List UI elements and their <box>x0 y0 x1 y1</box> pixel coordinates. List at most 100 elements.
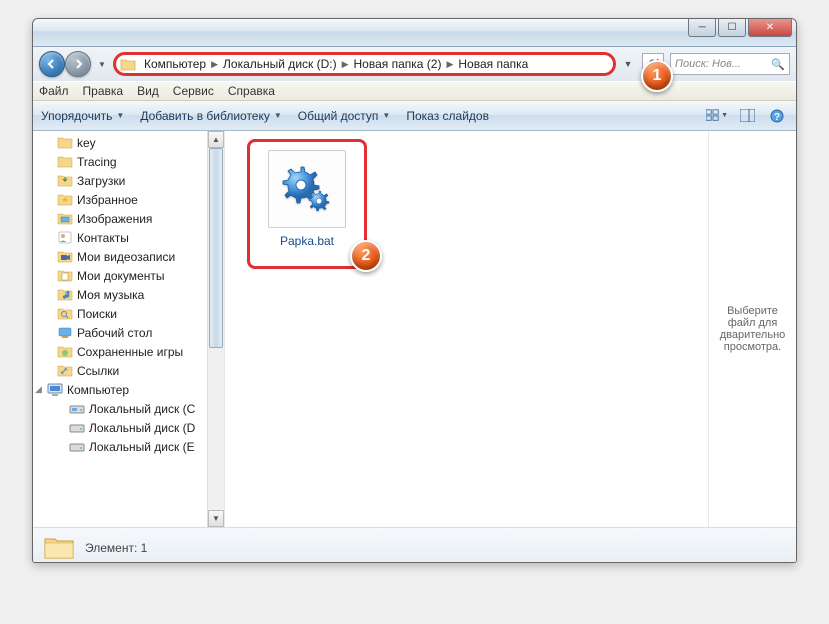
arrow-right-icon <box>72 58 84 70</box>
address-dropdown[interactable]: ▼ <box>620 59 636 69</box>
menu-edit[interactable]: Правка <box>83 84 124 98</box>
back-button[interactable] <box>39 51 65 77</box>
tree-item-computer[interactable]: ◢ Компьютер <box>33 380 224 399</box>
tree-label: Изображения <box>77 212 152 226</box>
chevron-down-icon: ▼ <box>382 111 390 120</box>
tree-item[interactable]: Tracing <box>33 152 224 171</box>
tree-label: Контакты <box>77 231 129 245</box>
address-bar[interactable]: Компьютер ▶ Локальный диск (D:) ▶ Новая … <box>113 52 616 76</box>
tree-label: Мои видеозаписи <box>77 250 175 264</box>
body-area: key Tracing Загрузки Избранное Изображен… <box>33 131 796 527</box>
breadcrumb-segment[interactable]: Новая папка (2) <box>349 57 447 71</box>
tree-item[interactable]: key <box>33 133 224 152</box>
tree-label: Мои документы <box>77 269 164 283</box>
explorer-window: ─ ☐ ✕ ▼ Компьютер ▶ Локальный диск (D:) … <box>32 18 797 563</box>
tree-item[interactable]: Изображения <box>33 209 224 228</box>
bat-file-icon <box>268 150 346 228</box>
tree-item[interactable]: Избранное <box>33 190 224 209</box>
tree-label: Сохраненные игры <box>77 345 183 359</box>
tree-label: Поиски <box>77 307 117 321</box>
file-name-label: Papka.bat <box>280 234 334 248</box>
chevron-right-icon[interactable]: ▶ <box>342 59 349 70</box>
menu-file[interactable]: Файл <box>39 84 69 98</box>
tree-label: Локальный диск (C <box>89 402 195 416</box>
chevron-down-icon: ▼ <box>116 111 124 120</box>
share-button[interactable]: Общий доступ▼ <box>298 109 391 123</box>
breadcrumb-segment[interactable]: Локальный диск (D:) <box>218 57 342 71</box>
menu-bar: Файл Правка Вид Сервис Справка <box>33 81 796 101</box>
tree-scrollbar[interactable]: ▲ ▼ <box>207 131 224 527</box>
callout-number: 2 <box>362 247 371 265</box>
tree-item[interactable]: Мои документы <box>33 266 224 285</box>
view-options-button[interactable]: ▼ <box>706 106 728 126</box>
tree-item[interactable]: Сохраненные игры <box>33 342 224 361</box>
preview-placeholder: Выберите файл для дварительно просмотра. <box>713 305 792 353</box>
preview-pane-button[interactable] <box>736 106 758 126</box>
tree-item[interactable]: Локальный диск (C <box>33 399 224 418</box>
drive-icon <box>69 440 85 454</box>
nav-tree[interactable]: key Tracing Загрузки Избранное Изображен… <box>33 131 225 527</box>
drive-icon <box>69 402 85 416</box>
callout-marker-1: 1 <box>641 60 673 92</box>
breadcrumb-segment[interactable]: Компьютер <box>139 57 211 71</box>
file-list[interactable]: Papka.bat <box>225 131 708 527</box>
folder-icon <box>57 136 73 150</box>
tree-label: Рабочий стол <box>77 326 152 340</box>
nav-arrows <box>39 51 91 77</box>
pane-icon <box>740 109 755 122</box>
tree-item[interactable]: Локальный диск (E <box>33 437 224 456</box>
search-input[interactable]: Поиск: Нов... 🔍 <box>670 53 790 75</box>
scroll-up-button[interactable]: ▲ <box>208 131 224 148</box>
tree-item[interactable]: Ссылки <box>33 361 224 380</box>
tiles-icon <box>706 109 719 122</box>
folder-icon <box>43 534 75 562</box>
organize-label: Упорядочить <box>41 109 112 123</box>
tree-label: Избранное <box>77 193 138 207</box>
nav-history-dropdown[interactable]: ▼ <box>95 60 109 69</box>
collapse-icon[interactable]: ◢ <box>35 384 42 395</box>
chevron-down-icon: ▼ <box>274 111 282 120</box>
add-to-library-button[interactable]: Добавить в библиотеку ▼ <box>140 109 281 123</box>
computer-icon <box>47 383 63 397</box>
tree-item[interactable]: Мои видеозаписи <box>33 247 224 266</box>
tree-item[interactable]: Контакты <box>33 228 224 247</box>
tree-item[interactable]: Поиски <box>33 304 224 323</box>
titlebar[interactable]: ─ ☐ ✕ <box>33 19 796 47</box>
tree-label: Компьютер <box>67 383 129 397</box>
help-icon: ? <box>770 109 784 123</box>
drive-icon <box>69 421 85 435</box>
svg-text:?: ? <box>774 112 780 123</box>
addlib-label: Добавить в библиотеку <box>140 109 270 123</box>
status-text: Элемент: 1 <box>85 541 147 555</box>
tree-item[interactable]: Моя музыка <box>33 285 224 304</box>
tree-label: Моя музыка <box>77 288 144 302</box>
scroll-down-button[interactable]: ▼ <box>208 510 224 527</box>
tree-label: Ссылки <box>77 364 119 378</box>
breadcrumb-segment[interactable]: Новая папка <box>453 57 533 71</box>
menu-help[interactable]: Справка <box>228 84 275 98</box>
minimize-button[interactable]: ─ <box>688 19 716 37</box>
music-icon <box>57 288 73 302</box>
arrow-left-icon <box>46 58 58 70</box>
help-button[interactable]: ? <box>766 106 788 126</box>
chevron-right-icon[interactable]: ▶ <box>446 59 453 70</box>
close-button[interactable]: ✕ <box>748 19 792 37</box>
folder-icon <box>57 155 73 169</box>
window-controls: ─ ☐ ✕ <box>686 19 792 37</box>
maximize-button[interactable]: ☐ <box>718 19 746 37</box>
tree-item[interactable]: Рабочий стол <box>33 323 224 342</box>
scroll-thumb[interactable] <box>209 148 223 348</box>
menu-tools[interactable]: Сервис <box>173 84 214 98</box>
tree-item[interactable]: Локальный диск (D <box>33 418 224 437</box>
callout-number: 1 <box>653 67 662 85</box>
nav-bar: ▼ Компьютер ▶ Локальный диск (D:) ▶ Нова… <box>33 47 796 81</box>
menu-view[interactable]: Вид <box>137 84 159 98</box>
file-item[interactable]: Papka.bat <box>247 139 367 269</box>
forward-button[interactable] <box>65 51 91 77</box>
chevron-right-icon[interactable]: ▶ <box>211 59 218 70</box>
organize-button[interactable]: Упорядочить ▼ <box>41 109 124 123</box>
saved-games-icon <box>57 345 73 359</box>
tree-item[interactable]: Загрузки <box>33 171 224 190</box>
slideshow-button[interactable]: Показ слайдов <box>406 109 489 123</box>
videos-icon <box>57 250 73 264</box>
